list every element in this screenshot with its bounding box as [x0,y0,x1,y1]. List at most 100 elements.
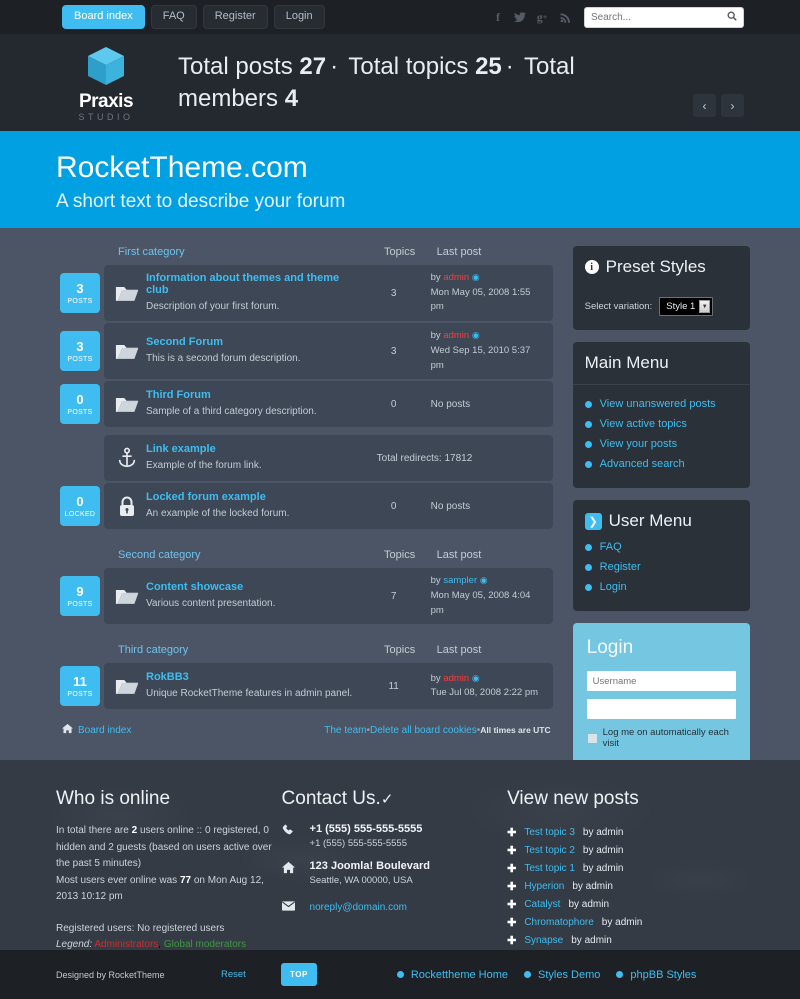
search-input[interactable] [591,11,727,23]
googleplus-icon[interactable]: g + [532,7,552,27]
forum-link[interactable]: Second Forum [146,336,363,348]
scroll-to-top-button[interactable]: TOP [281,963,317,986]
table-row[interactable]: Link example Example of the forum link. … [60,435,553,482]
list-item[interactable]: ✚ Test topic 1 by admin [507,859,744,877]
legend-administrators[interactable]: Administrators [94,939,158,950]
list-item[interactable]: ✚ Synapse by admin [507,931,744,949]
forum-description: Various content presentation. [146,598,276,610]
post-link[interactable]: Hyperion [524,881,564,892]
nav-login[interactable]: Login [273,5,325,29]
forum-row-body[interactable]: Link example Example of the forum link. … [104,435,553,482]
post-link[interactable]: Test topic 2 [524,845,575,856]
search-box[interactable] [584,6,744,28]
chevron-down-icon[interactable]: ▼ [699,300,711,313]
variation-select[interactable]: Style 1 ▼ [659,297,714,316]
menu-item-advanced-search[interactable]: Advanced search [584,454,738,474]
module-body: View unanswered posts View active topics… [573,385,750,488]
post-link[interactable]: Chromatophore [524,917,593,928]
stats-prev-arrow-icon[interactable]: ‹ [693,94,716,117]
goto-post-icon[interactable]: ◉ [480,575,488,585]
table-row[interactable]: 11 POSTS RokBB3 Unique RocketTheme featu… [60,663,553,710]
link-styles-demo[interactable]: Styles Demo [524,969,600,981]
post-link[interactable]: Test topic 3 [524,827,575,838]
table-row[interactable]: 3 POSTS Second Forum This is a second fo… [60,323,553,380]
email-link[interactable]: noreply@domain.com [310,902,407,913]
list-item[interactable]: ✚ Test topic 3 by admin [507,823,744,841]
rss-icon[interactable] [554,7,574,27]
legend-global-moderators[interactable]: Global moderators [164,939,246,950]
forum-row-body[interactable]: Third Forum Sample of a third category d… [104,381,553,428]
forum-topics-count: 7 [390,590,397,602]
table-row[interactable]: 0 LOCKED Locked forum example An example… [60,483,553,530]
list-item[interactable]: ✚ Chromatophore by admin [507,913,744,931]
reset-link[interactable]: Reset [221,969,281,980]
lastpost-user-link[interactable]: sampler [443,575,477,586]
forum-link[interactable]: Third Forum [146,389,363,401]
category-title[interactable]: Third category [62,644,369,656]
link-the-team[interactable]: The team [324,725,366,736]
list-item[interactable]: ✚ Test topic 2 by admin [507,841,744,859]
lastpost-user-link[interactable]: admin [443,272,469,283]
user-menu-item-login[interactable]: Login [584,577,738,597]
link-rockettheme-home[interactable]: Rockettheme Home [396,969,508,981]
logo-name: Praxis [78,91,134,112]
username-input[interactable] [586,671,736,691]
post-link[interactable]: Catalyst [524,899,560,910]
forum-no-posts: No posts [430,398,471,410]
lastpost-user-link[interactable]: admin [443,330,469,341]
plus-icon: ✚ [507,934,517,947]
link-delete-cookies[interactable]: Delete all board cookies [370,725,477,736]
breadcrumb-board-index[interactable]: Board index [78,725,131,736]
goto-post-icon[interactable]: ◉ [472,330,480,340]
new-posts-title: View new posts [507,788,639,809]
nav-register[interactable]: Register [202,5,268,29]
table-row[interactable]: 3 POSTS Information about themes and the… [60,265,553,322]
nav-board-index[interactable]: Board index [62,5,145,29]
nav-faq[interactable]: FAQ [150,5,197,29]
forum-link[interactable]: Information about themes and theme club [146,272,363,296]
search-icon[interactable] [727,11,737,24]
menu-item-active-topics[interactable]: View active topics [584,414,738,434]
forum-row-body[interactable]: Information about themes and theme club … [104,265,553,322]
forum-link[interactable]: Link example [146,443,363,455]
remember-me-row[interactable]: Log me on automatically each visit [586,727,736,749]
twitter-icon[interactable] [510,7,530,27]
forum-row-body[interactable]: Locked forum example An example of the l… [104,483,553,530]
breadcrumb[interactable]: Board index [62,723,131,737]
chevron-down-icon[interactable]: ✓ [381,791,394,808]
stats-next-arrow-icon[interactable]: › [721,94,744,117]
category-title[interactable]: First category [62,246,369,258]
footer-contact-us: Contact Us.✓ +1 (555) 555-555-5555 +1 (5… [281,788,508,950]
link-phpbb-styles[interactable]: phpBB Styles [616,969,696,981]
forum-row-body[interactable]: RokBB3 Unique RocketTheme features in ad… [104,663,553,710]
forum-link[interactable]: Content showcase [146,581,363,593]
user-menu-title: User Menu [608,511,692,530]
category-title[interactable]: Second category [62,549,369,561]
goto-post-icon[interactable]: ◉ [472,673,480,683]
password-input[interactable] [586,699,736,719]
forum-description: Sample of a third category description. [146,406,317,418]
lastpost-user-link[interactable]: admin [443,673,469,684]
table-row[interactable]: 9 POSTS Content showcase Various content… [60,568,553,625]
list-item[interactable]: ✚ Catalyst by admin [507,895,744,913]
forum-link[interactable]: RokBB3 [146,671,363,683]
user-menu-item-faq[interactable]: FAQ [584,537,738,557]
forum-link[interactable]: Locked forum example [146,491,363,503]
forum-row-body[interactable]: Content showcase Various content present… [104,568,553,625]
list-item[interactable]: ✚ Hyperion by admin [507,877,744,895]
site-logo[interactable]: Praxis STUDIO [56,43,156,122]
table-row[interactable]: 0 POSTS Third Forum Sample of a third ca… [60,381,553,428]
forum-row-body[interactable]: Second Forum This is a second forum desc… [104,323,553,380]
list-item[interactable]: ✚HiveMind by admin [507,949,744,950]
goto-post-icon[interactable]: ◉ [472,272,480,282]
column-lastpost: Last post [436,549,482,562]
post-link[interactable]: Test topic 1 [524,863,575,874]
module-preset-styles: i Preset Styles Select variation: Style … [572,246,750,330]
menu-item-unanswered[interactable]: View unanswered posts [584,394,738,414]
user-menu-item-register[interactable]: Register [584,557,738,577]
facebook-icon[interactable]: f [488,7,508,27]
menu-item-your-posts[interactable]: View your posts [584,434,738,454]
badge-label: POSTS [67,690,93,698]
remember-me-checkbox[interactable] [586,732,598,744]
post-link[interactable]: Synapse [524,935,563,946]
